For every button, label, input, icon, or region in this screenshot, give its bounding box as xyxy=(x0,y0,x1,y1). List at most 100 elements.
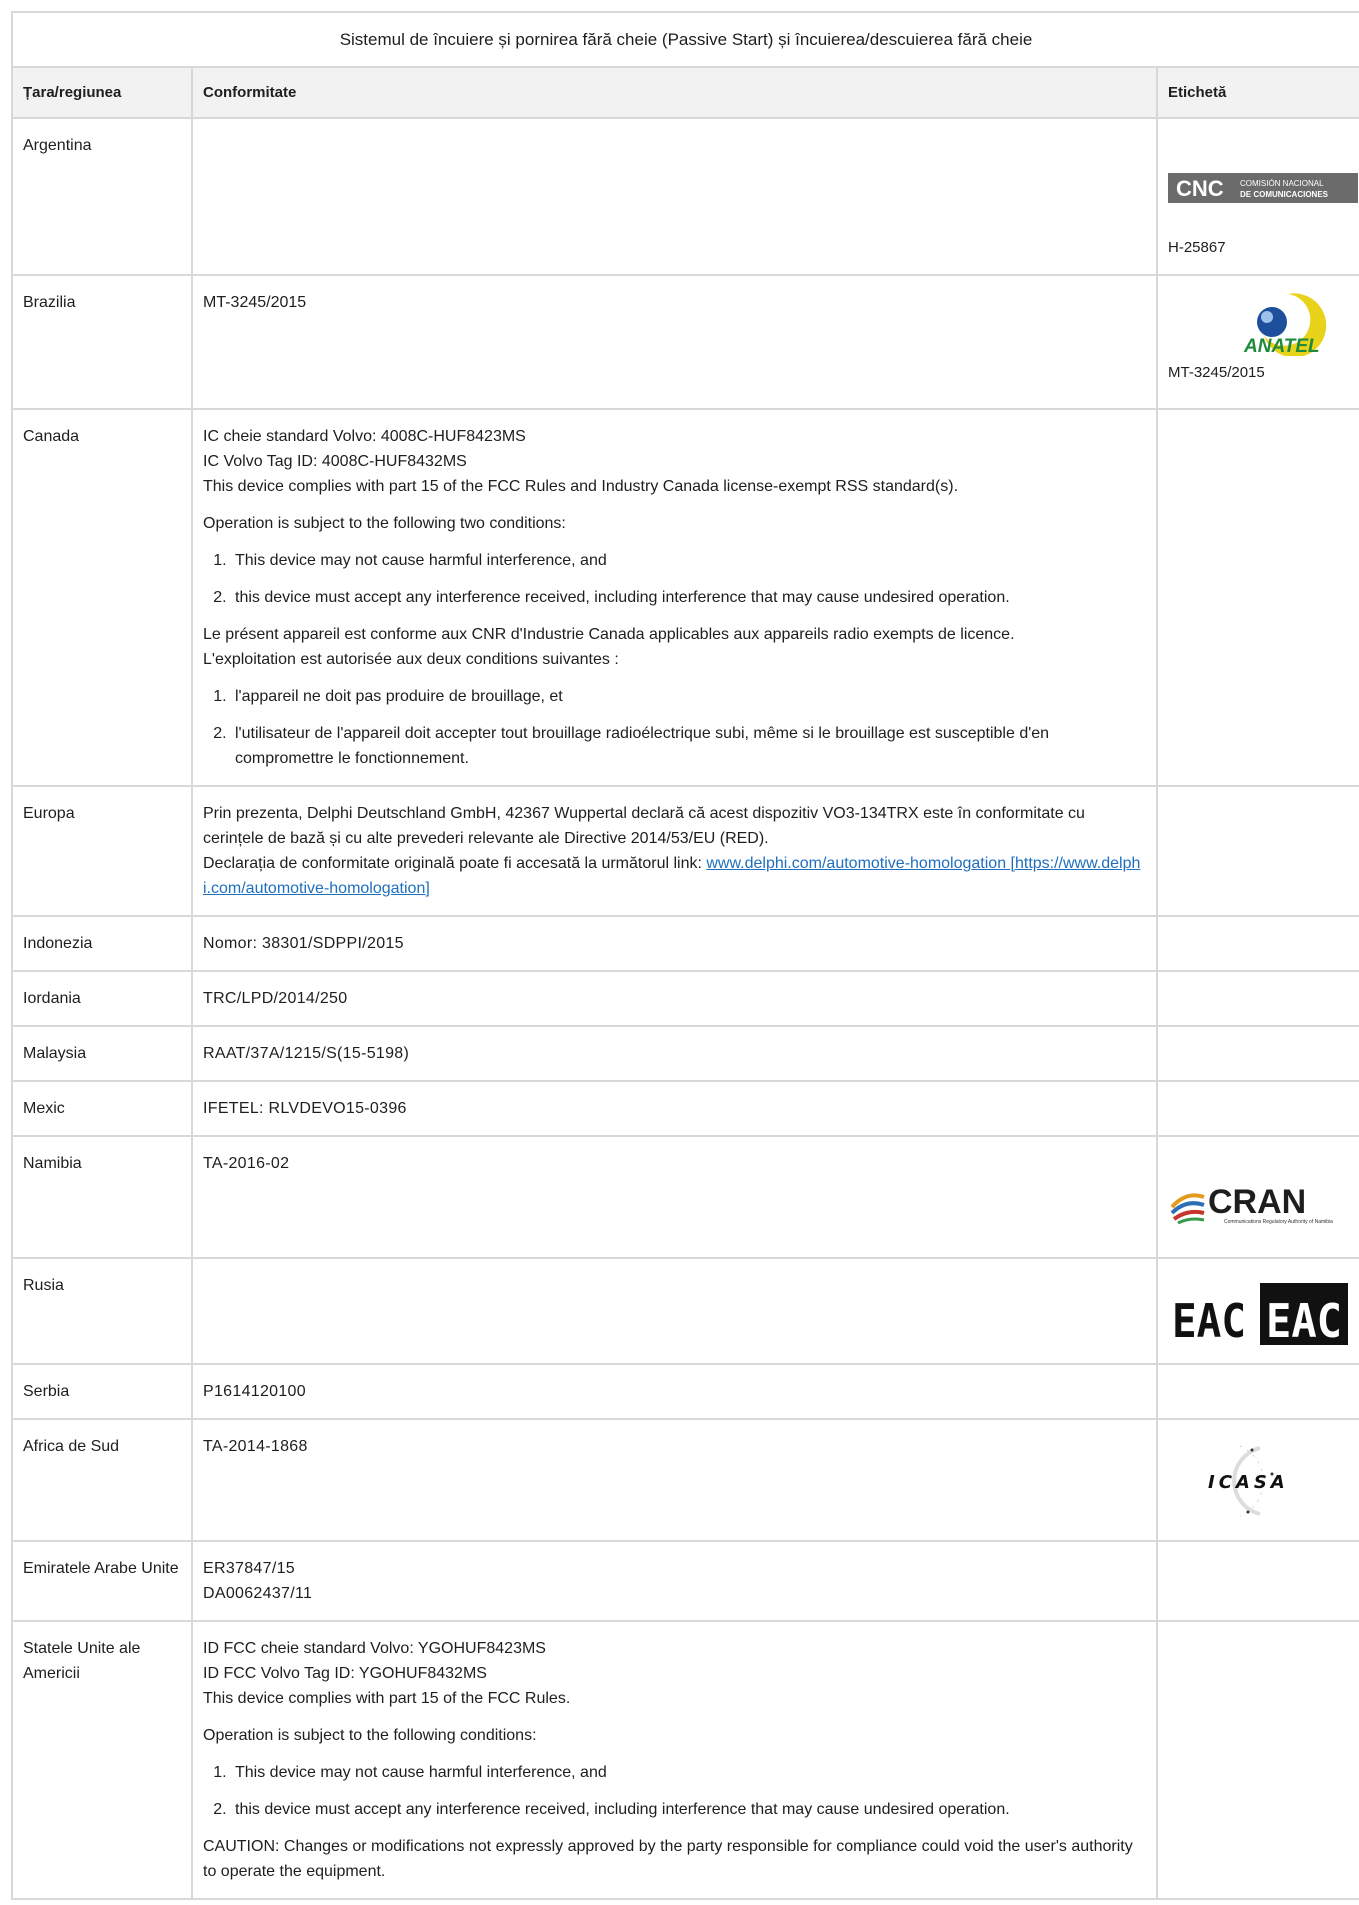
label-cell xyxy=(1155,408,1359,787)
label-code: H-25867 xyxy=(1168,239,1226,256)
cran-logo-sub: Communications Regulatory Authority of N… xyxy=(1224,1219,1333,1225)
country-cell: Africa de Sud xyxy=(11,1418,193,1542)
label-cell xyxy=(1155,1620,1359,1900)
eac-logo-inverse: EAC xyxy=(1266,1294,1342,1348)
compliance-cell: Nomor: 38301/SDPPI/2015 xyxy=(191,915,1158,972)
compliance-table-container: Sistemul de încuiere și pornirea fără ch… xyxy=(10,11,1359,1900)
text-line: DA0062437/11 xyxy=(203,1585,313,1602)
compliance-cell xyxy=(191,117,1158,276)
anatel-logo: ANATEL xyxy=(1243,293,1327,356)
text-line: This device complies with part 15 of the… xyxy=(203,478,959,495)
label-cell xyxy=(1155,1025,1359,1082)
cnc-logo: CNC COMISIÓN NACIONAL DE COMUNICACIONES xyxy=(1168,173,1358,203)
table-row-indonesia: Indonezia Nomor: 38301/SDPPI/2015 xyxy=(11,915,1359,972)
label-cell: EAC EAC xyxy=(1155,1257,1359,1365)
table-row-argentina: Argentina CNC COMISIÓN NACIONAL DE COMUN… xyxy=(11,117,1359,276)
compliance-table: Sistemul de încuiere și pornirea fără ch… xyxy=(10,11,1359,1900)
table-row-namibia: Namibia TA-2016-02 CRAN Communications R… xyxy=(11,1135,1359,1259)
country-cell: Emiratele Arabe Unite xyxy=(11,1540,193,1622)
table-row-mexico: Mexic IFETEL: RLVDEVO15-0396 xyxy=(11,1080,1359,1137)
header-label: Etichetă xyxy=(1155,66,1359,119)
compliance-cell: TRC/LPD/2014/250 xyxy=(191,970,1158,1027)
text-line: CAUTION: Changes or modifications not ex… xyxy=(203,1838,1133,1880)
label-cell: ANATEL MT-3245/2015 xyxy=(1155,274,1359,410)
list-item: l'utilisateur de l'appareil doit accepte… xyxy=(231,721,1146,771)
anatel-logo-text: ANATEL xyxy=(1243,336,1320,356)
label-cell: CNC COMISIÓN NACIONAL DE COMUNICACIONES … xyxy=(1155,117,1359,276)
country-cell: Europa xyxy=(11,785,193,917)
list-item: This device may not cause harmful interf… xyxy=(231,548,1146,573)
country-cell: Statele Unite ale Americii xyxy=(11,1620,193,1900)
table-row-uae: Emiratele Arabe Unite ER37847/15 DA00624… xyxy=(11,1540,1359,1622)
text-line: Declarația de conformitate originală poa… xyxy=(203,851,1146,901)
header-compliance: Conformitate xyxy=(191,66,1158,119)
text-line: L'exploitation est autorisée aux deux co… xyxy=(203,651,619,668)
compliance-cell xyxy=(191,1257,1158,1365)
conditions-list: This device may not cause harmful interf… xyxy=(203,548,1146,610)
cnc-logo-big: CNC xyxy=(1176,176,1224,201)
label-cell xyxy=(1155,970,1359,1027)
table-row-usa: Statele Unite ale Americii ID FCC cheie … xyxy=(11,1620,1359,1900)
compliance-cell: ID FCC cheie standard Volvo: YGOHUF8423M… xyxy=(191,1620,1158,1900)
table-row-canada: Canada IC cheie standard Volvo: 4008C-HU… xyxy=(11,408,1359,787)
compliance-cell: TA-2016-02 xyxy=(191,1135,1158,1259)
text-line: Operation is subject to the following co… xyxy=(203,1727,537,1744)
country-cell: Malaysia xyxy=(11,1025,193,1082)
link-intro: Declarația de conformitate originală poa… xyxy=(203,855,707,872)
label-cell xyxy=(1155,1540,1359,1622)
conditions-list-fr: l'appareil ne doit pas produire de broui… xyxy=(203,684,1146,771)
table-row-europe: Europa Prin prezenta, Delphi Deutschland… xyxy=(11,785,1359,917)
icasa-logo: ICASA xyxy=(1208,1445,1289,1517)
compliance-cell: IC cheie standard Volvo: 4008C-HUF8423MS… xyxy=(191,408,1158,787)
table-title: Sistemul de încuiere și pornirea fără ch… xyxy=(10,11,1359,68)
compliance-cell: RAAT/37A/1215/S(15-5198) xyxy=(191,1025,1158,1082)
cran-logo: CRAN Communications Regulatory Authority… xyxy=(1170,1183,1333,1225)
table-row-russia: Rusia EAC EAC xyxy=(11,1257,1359,1365)
text-line: Le présent appareil est conforme aux CNR… xyxy=(203,626,1015,643)
compliance-cell: MT-3245/2015 xyxy=(191,274,1158,410)
table-header-row: Țara/regiunea Conformitate Etichetă xyxy=(11,66,1359,119)
cnc-logo-line1: COMISIÓN NACIONAL xyxy=(1240,179,1324,188)
country-cell: Namibia xyxy=(11,1135,193,1259)
label-cell xyxy=(1155,1080,1359,1137)
table-row-jordan: Iordania TRC/LPD/2014/250 xyxy=(11,970,1359,1027)
header-country: Țara/regiunea xyxy=(11,66,193,119)
label-cell xyxy=(1155,785,1359,917)
eac-logo-plain: EAC xyxy=(1172,1294,1246,1348)
compliance-cell: P1614120100 xyxy=(191,1363,1158,1420)
label-code: MT-3245/2015 xyxy=(1168,364,1265,381)
country-cell: Brazilia xyxy=(11,274,193,410)
country-cell: Serbia xyxy=(11,1363,193,1420)
text-line: This device complies with part 15 of the… xyxy=(203,1690,571,1707)
compliance-cell: IFETEL: RLVDEVO15-0396 xyxy=(191,1080,1158,1137)
table-row-serbia: Serbia P1614120100 xyxy=(11,1363,1359,1420)
country-cell: Argentina xyxy=(11,117,193,276)
country-cell: Canada xyxy=(11,408,193,787)
list-item: this device must accept any interference… xyxy=(231,585,1146,610)
list-item: This device may not cause harmful interf… xyxy=(231,1760,1146,1785)
compliance-cell: TA-2014-1868 xyxy=(191,1418,1158,1542)
eac-logo: EAC EAC xyxy=(1172,1283,1348,1348)
text-line: IC Volvo Tag ID: 4008C-HUF8432MS xyxy=(203,453,467,470)
text-line: Prin prezenta, Delphi Deutschland GmbH, … xyxy=(203,805,1085,847)
country-cell: Rusia xyxy=(11,1257,193,1365)
text-line: ID FCC cheie standard Volvo: YGOHUF8423M… xyxy=(203,1640,546,1657)
table-row-south-africa: Africa de Sud TA-2014-1868 ICASA xyxy=(11,1418,1359,1542)
label-cell: ICASA xyxy=(1155,1418,1359,1542)
icasa-logo-text: ICASA xyxy=(1208,1472,1289,1493)
label-cell xyxy=(1155,1363,1359,1420)
text-line: IC cheie standard Volvo: 4008C-HUF8423MS xyxy=(203,428,526,445)
label-cell: CRAN Communications Regulatory Authority… xyxy=(1155,1135,1359,1259)
table-row-brazil: Brazilia MT-3245/2015 ANATEL MT-3245/201… xyxy=(11,274,1359,410)
cnc-logo-line2: DE COMUNICACIONES xyxy=(1240,190,1329,199)
compliance-cell: ER37847/15 DA0062437/11 xyxy=(191,1540,1158,1622)
text-line: Operation is subject to the following tw… xyxy=(203,515,566,532)
label-cell xyxy=(1155,915,1359,972)
list-item: l'appareil ne doit pas produire de broui… xyxy=(231,684,1146,709)
country-cell: Indonezia xyxy=(11,915,193,972)
text-line: ER37847/15 xyxy=(203,1560,295,1577)
country-cell: Iordania xyxy=(11,970,193,1027)
cran-logo-text: CRAN xyxy=(1208,1183,1306,1221)
table-row-malaysia: Malaysia RAAT/37A/1215/S(15-5198) xyxy=(11,1025,1359,1082)
list-item: this device must accept any interference… xyxy=(231,1797,1146,1822)
